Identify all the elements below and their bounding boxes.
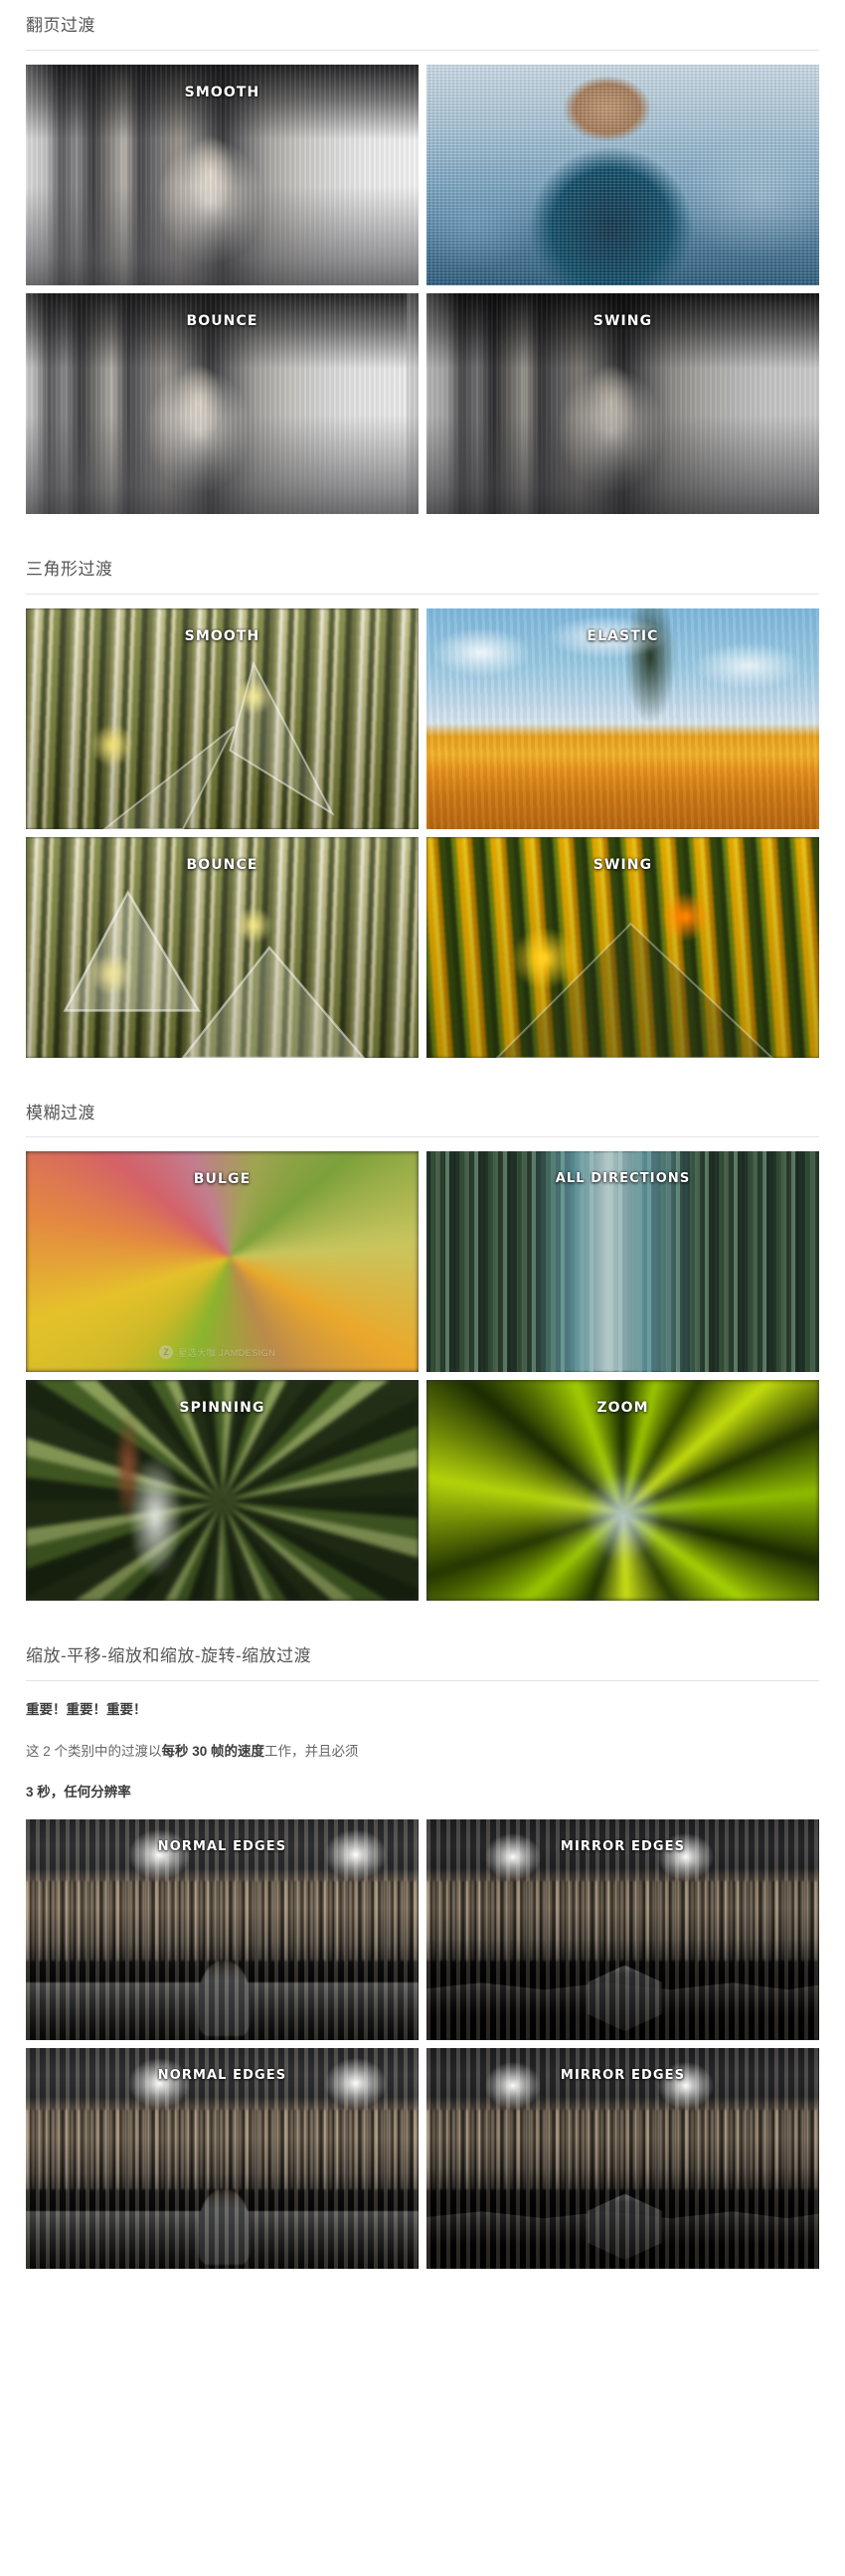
notice-line-1: 这 2 个类别中的过渡以每秒 30 帧的速度工作，并且必须	[26, 1739, 819, 1765]
triangle-overlay	[426, 837, 819, 1058]
preview-tile-normal-edges[interactable]: NORMAL EDGES	[26, 1819, 419, 2040]
triangle-overlay	[26, 837, 419, 1058]
section-blur: 模糊过渡 BULGE Z 星选大咖 JAMDESIGN ALL DIRECTIO…	[26, 1088, 819, 1602]
preview-tile-spinning[interactable]: SPINNING	[26, 1380, 419, 1602]
notice-line-1-prefix: 这 2 个类别中的过渡以	[26, 1743, 162, 1759]
section-title: 模糊过渡	[26, 1103, 95, 1122]
corridor-thumbnail	[426, 292, 819, 514]
bulge-blur-thumbnail	[26, 1151, 419, 1373]
corridor-thumbnail	[26, 292, 419, 514]
person-shape	[198, 2189, 251, 2265]
desk-shape	[426, 1982, 819, 2040]
triangle-shape-icon	[495, 922, 774, 1058]
preview-tile-swing[interactable]: SWING	[426, 292, 819, 514]
section-triangle: 三角形过渡 SMOOTH ELASTIC BOUNCE SWING	[26, 544, 819, 1058]
preview-tile-smooth[interactable]: SMOOTH	[26, 64, 419, 285]
tile-row: NORMAL EDGES MIRROR EDGES	[26, 1819, 819, 2040]
auditorium-thumbnail	[26, 2048, 419, 2269]
spin-blur-thumbnail	[26, 1380, 419, 1602]
notice-line-1-bold: 每秒 30 帧的速度	[161, 1743, 265, 1759]
triangle-shape-icon	[102, 660, 335, 829]
preview-tile-swing[interactable]: SWING	[426, 836, 819, 1058]
section-title: 缩放-平移-缩放和缩放-旋转-缩放过渡	[26, 1646, 312, 1666]
hexagon-shape	[587, 1965, 662, 2032]
preview-tile-suit[interactable]	[426, 64, 819, 285]
preview-tile-zoom[interactable]: ZOOM	[426, 1380, 819, 1602]
section-divider	[26, 49, 819, 51]
section-divider	[26, 593, 819, 595]
notice-spacer	[26, 1805, 819, 1819]
notice-line-2: 3 秒，任何分辨率	[26, 1785, 131, 1801]
preview-tile-bounce[interactable]: BOUNCE	[26, 836, 419, 1058]
zoom-blur-thumbnail	[426, 1380, 819, 1602]
tile-row: BULGE Z 星选大咖 JAMDESIGN ALL DIRECTIONS	[26, 1151, 819, 1373]
auditorium-mirror-thumbnail	[426, 1819, 819, 2040]
preview-tile-mirror-edges[interactable]: MIRROR EDGES	[426, 1819, 819, 2040]
tile-row: BOUNCE SWING	[26, 836, 819, 1058]
tile-row: SMOOTH	[26, 64, 819, 285]
preview-tile-elastic[interactable]: ELASTIC	[426, 607, 819, 829]
sunflower-sky-thumbnail	[426, 607, 819, 829]
auditorium-mirror-thumbnail	[426, 2048, 819, 2269]
preview-tile-mirror-edges[interactable]: MIRROR EDGES	[426, 2048, 819, 2269]
hexagon-shape	[587, 2193, 662, 2261]
notice-line-1-suffix: 工作，并且必须	[264, 1743, 359, 1759]
triangle-overlay	[26, 608, 419, 829]
section-title: 翻页过渡	[26, 16, 95, 35]
preview-tile-normal-edges[interactable]: NORMAL EDGES	[26, 2048, 419, 2269]
desk-shape	[26, 1982, 419, 2040]
section-zoom-pan: 缩放-平移-缩放和缩放-旋转-缩放过渡 重要！重要！重要！ 这 2 个类别中的过…	[26, 1631, 819, 2269]
triangle-shape-icon	[63, 889, 366, 1058]
tile-row: SMOOTH ELASTIC	[26, 607, 819, 829]
tile-row: BOUNCE SWING	[26, 292, 819, 514]
preview-tile-bounce[interactable]: BOUNCE	[26, 292, 419, 514]
corridor-thumbnail	[26, 64, 419, 285]
preview-tile-all-directions[interactable]: ALL DIRECTIONS	[426, 1151, 819, 1373]
notice-heading: 重要！重要！重要！	[26, 1702, 147, 1718]
section-divider	[26, 1680, 819, 1682]
preview-tile-bulge[interactable]: BULGE Z 星选大咖 JAMDESIGN	[26, 1151, 419, 1373]
desk-shape	[26, 2211, 419, 2269]
person-shape	[198, 1961, 251, 2036]
section-title: 三角形过渡	[26, 559, 113, 579]
suit-thumbnail	[426, 64, 819, 285]
section-divider	[26, 1136, 819, 1138]
preview-page: 翻页过渡 SMOOTH BOUNCE SWING 三角形过渡 SMOOTH EL…	[0, 0, 845, 2269]
directional-blur-thumbnail	[426, 1151, 819, 1373]
preview-tile-smooth[interactable]: SMOOTH	[26, 607, 419, 829]
auditorium-thumbnail	[26, 1819, 419, 2040]
tile-row: NORMAL EDGES MIRROR EDGES	[26, 2048, 819, 2269]
tile-row: SPINNING ZOOM	[26, 1380, 819, 1602]
section-page-flip: 翻页过渡 SMOOTH BOUNCE SWING	[26, 0, 819, 514]
desk-shape	[426, 2211, 819, 2269]
